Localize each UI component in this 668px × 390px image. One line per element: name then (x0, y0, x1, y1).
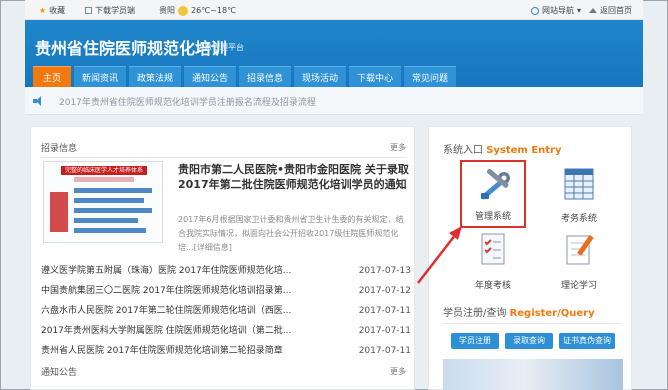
tile-management-system[interactable]: 管理系统 (460, 160, 526, 228)
site-nav-link[interactable]: 网站导航 ▾ (531, 5, 581, 16)
student-register-button[interactable]: 学员注册 (451, 333, 499, 349)
list-item[interactable]: 遵义医学院第五附属（珠海）医院 2017年住院医师规范化培... 2017-07… (41, 261, 411, 281)
divider (41, 157, 406, 158)
feature-image[interactable]: 完整的临床医学人才培养体系 (43, 161, 163, 243)
nav-tab-news[interactable]: 新闻资讯 (74, 66, 126, 87)
certificate-verify-button[interactable]: 证书真伪查询 (559, 333, 615, 349)
sun-icon (178, 5, 188, 16)
weather-widget: 贵阳 26℃~18℃ (159, 5, 236, 16)
entry-heading: 系统入口 System Entry (443, 141, 562, 156)
news-title[interactable]: 中国贵航集团三〇二医院 2017年住院医师规范化培训招录第... (41, 281, 299, 301)
news-date: 2017-07-11 (358, 346, 411, 356)
recruit-heading: 招录信息 (41, 144, 78, 154)
star-icon: ★ (39, 6, 47, 15)
feature-description: 2017年6月根据国家卫计委和贵州省卫生计生委的有关规定，结合我院实际情况，拟面… (178, 215, 404, 252)
divider (443, 323, 621, 324)
register-heading: 学员注册/查询 Register/Query (443, 304, 595, 319)
nav-tab-policy[interactable]: 政策法规 (129, 66, 181, 87)
news-title[interactable]: 2017年贵州医科大学附属医院 住院医师规范化培训（第二批... (41, 321, 299, 341)
nav-tab-home[interactable]: 主页 (33, 66, 71, 87)
site-subtitle: 信息管理平台 (196, 43, 244, 52)
tile-label: 年度考核 (474, 281, 511, 291)
notice-heading: 通知公告 (41, 368, 78, 378)
recruit-more-link[interactable]: 更多 (390, 142, 406, 153)
news-date: 2017-07-11 (358, 306, 411, 316)
news-title[interactable]: 六盘水市人民医院 2017年第二轮住院医师规范化培训（西医... (41, 301, 299, 321)
feature-title[interactable]: 贵阳市第二人民医院•贵阳市金阳医院 关于录取2017年第二批住院医师规范化培训学… (178, 162, 410, 192)
nav-tab-downloads[interactable]: 下载中心 (349, 66, 401, 87)
news-date: 2017-07-13 (358, 266, 411, 276)
home-label: 返回首页 (600, 6, 632, 15)
promo-image[interactable] (443, 359, 623, 390)
nav-tab-recruit[interactable]: 招录信息 (239, 66, 291, 87)
nav-tab-events[interactable]: 现场活动 (294, 66, 346, 87)
top-utility-bar: ★ 收藏 下载学员端 贵阳 26℃~18℃ 网站导航 ▾ 返回首页 (25, 0, 643, 20)
globe-icon (531, 6, 539, 15)
recruit-panel: 招录信息 更多 完整的临床医学人才培养体系 贵阳市第二人民医院•贵阳市金阳医院 … (30, 126, 415, 390)
speaker-icon (33, 96, 43, 106)
entry-heading-cn: 系统入口 (443, 145, 483, 156)
news-title[interactable]: 贵州省人民医院 2017年住院医师规范化培训第二轮招录简章 (41, 341, 299, 361)
tile-annual-review[interactable]: 年度考核 (460, 227, 526, 295)
favorite-link[interactable]: ★ 收藏 (39, 5, 65, 16)
site-header: 贵州省住院医师规范化培训 信息管理平台 主页 新闻资讯 政策法规 通知公告 招录… (25, 20, 643, 87)
home-link[interactable]: 返回首页 (589, 5, 632, 16)
chevron-down-icon: ▾ (577, 6, 582, 15)
list-item[interactable]: 中国贵航集团三〇二医院 2017年住院医师规范化培训招录第... 2017-07… (41, 281, 411, 301)
news-date: 2017-07-12 (358, 286, 411, 296)
list-item[interactable]: 贵州省人民医院 2017年住院医师规范化培训第二轮招录简章 2017-07-11 (41, 341, 411, 361)
nav-tab-faq[interactable]: 常见问题 (404, 66, 456, 87)
list-item[interactable]: 六盘水市人民医院 2017年第二轮住院医师规范化培训（西医... 2017-07… (41, 301, 411, 321)
notice-text[interactable]: 2017年贵州省住院医师规范化培训学员注册报名流程及招录流程 (59, 95, 316, 108)
tile-exam-system[interactable]: 考务系统 (546, 160, 612, 228)
news-title[interactable]: 遵义医学院第五附属（珠海）医院 2017年住院医师规范化培... (41, 261, 299, 281)
site-nav-label: 网站导航 (542, 6, 574, 15)
entry-heading-en: System Entry (486, 145, 562, 156)
tile-label: 管理系统 (474, 212, 511, 222)
download-link[interactable]: 下载学员端 (85, 5, 135, 16)
admission-query-button[interactable]: 录取查询 (505, 333, 553, 349)
weather-temperature: 26℃~18℃ (191, 6, 237, 15)
feature-image-banner: 完整的临床医学人才培养体系 (61, 166, 147, 175)
tools-icon (481, 168, 510, 200)
system-entry-panel: 系统入口 System Entry 管理系统 考务系统 年度考核 理论学习 学员… (428, 126, 632, 390)
main-nav: 主页 新闻资讯 政策法规 通知公告 招录信息 现场活动 下载中心 常见问题 (33, 66, 456, 87)
favorite-label: 收藏 (49, 6, 66, 15)
tile-theory-study[interactable]: 理论学习 (546, 227, 612, 295)
news-date: 2017-07-11 (358, 326, 411, 336)
list-item[interactable]: 2017年贵州医科大学附属医院 住院医师规范化培训（第二批... 2017-07… (41, 321, 411, 341)
tile-label: 考务系统 (560, 214, 597, 224)
download-label: 下载学员端 (95, 6, 135, 15)
notice-more-link[interactable]: 更多 (390, 366, 406, 377)
notebook-icon (566, 234, 594, 265)
register-heading-en: Register/Query (509, 308, 595, 319)
checklist-icon (481, 233, 505, 265)
download-icon (85, 7, 92, 14)
home-icon (589, 8, 597, 13)
weather-city: 贵阳 (159, 6, 175, 15)
nav-tab-notices[interactable]: 通知公告 (184, 66, 236, 87)
notice-bar: 2017年贵州省住院医师规范化培训学员注册报名流程及招录流程 (25, 87, 643, 115)
tile-label: 理论学习 (560, 281, 597, 291)
recruit-news-list: 遵义医学院第五附属（珠海）医院 2017年住院医师规范化培... 2017-07… (41, 261, 411, 361)
register-heading-cn: 学员注册/查询 (443, 308, 507, 319)
spreadsheet-icon (564, 168, 594, 200)
